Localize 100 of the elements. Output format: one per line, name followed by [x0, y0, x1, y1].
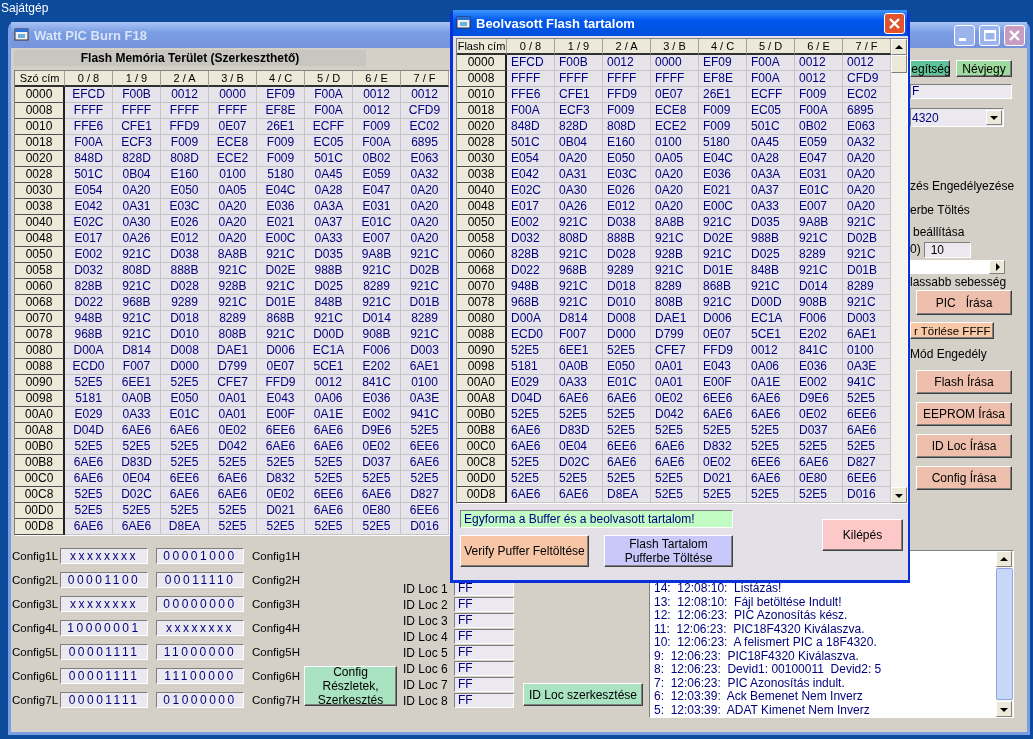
table-cell: 0A20 — [651, 167, 699, 183]
table-cell: FFFF — [651, 71, 699, 87]
config-field[interactable]: xxxxxxxx — [156, 620, 244, 636]
table-cell: D006 — [699, 311, 747, 327]
id-loc-field[interactable]: FF — [454, 629, 514, 644]
address-cell: 0028 — [15, 167, 65, 183]
table-cell: 52E5 — [651, 423, 699, 439]
close-button[interactable] — [884, 12, 905, 34]
log-entry: 13: 12:08:10: Fájl betöltése Indult! — [654, 595, 843, 609]
scroll-up-button[interactable] — [891, 39, 907, 55]
table-cell: 0A26 — [555, 199, 603, 215]
log-entry: 11: 12:06:23: PIC18F4320 Kiválaszva. — [654, 622, 866, 636]
table-cell: E02C — [507, 183, 555, 199]
scroll-thumb[interactable] — [996, 568, 1013, 700]
config-field[interactable]: 00001100 — [60, 572, 148, 588]
id-loc-field[interactable]: FF — [454, 645, 514, 660]
table-cell: 6EE6 — [843, 407, 891, 423]
table-cell: 6AE1 — [401, 359, 449, 375]
table-cell: D010 — [603, 295, 651, 311]
address-cell: 0048 — [15, 231, 65, 247]
scroll-right-button[interactable] — [989, 260, 1005, 274]
table-cell: 921C — [555, 215, 603, 231]
write-button[interactable]: Config Írása — [916, 466, 1012, 490]
vertical-scrollbar[interactable] — [996, 551, 1013, 717]
id-loc-field[interactable]: FF — [454, 677, 514, 692]
write-button[interactable]: PIC Írása — [916, 290, 1012, 315]
desktop-icon-label[interactable]: Sajátgép — [1, 1, 49, 15]
table-cell: 0100 — [209, 167, 257, 183]
table-cell: 921C — [257, 327, 305, 343]
table-cell: D028 — [603, 247, 651, 263]
table-cell: 888B — [603, 231, 651, 247]
table-cell: 6AE6 — [113, 519, 161, 535]
path-field[interactable]: F — [910, 84, 1012, 99]
table-cell: 921C — [651, 231, 699, 247]
table-cell: E029 — [507, 375, 555, 391]
table-cell: F00A — [305, 87, 353, 103]
write-button[interactable]: EEPROM Írása — [916, 402, 1012, 426]
config-field[interactable]: xxxxxxxx — [60, 548, 148, 564]
maximize-button[interactable] — [979, 24, 1000, 46]
speed-field[interactable]: 10 — [923, 242, 971, 258]
dropdown-button[interactable] — [986, 110, 1002, 125]
table-cell: 6EE6 — [161, 471, 209, 487]
config-field[interactable]: 00001000 — [156, 548, 244, 564]
table-cell: 0A20 — [209, 231, 257, 247]
config-field[interactable]: 01000000 — [156, 692, 244, 708]
table-cell: 0A3E — [843, 359, 891, 375]
table-cell: 6EE6 — [257, 423, 305, 439]
table-cell: 8289 — [353, 279, 401, 295]
id-loc-field[interactable]: FF — [454, 661, 514, 676]
config-field[interactable]: 00001111 — [60, 668, 148, 684]
table-cell: EC1A — [747, 311, 795, 327]
config-field[interactable]: xxxxxxxx — [60, 596, 148, 612]
table-cell: 0E02 — [795, 407, 843, 423]
table-cell: 9289 — [603, 263, 651, 279]
config-field[interactable]: 00001111 — [60, 692, 148, 708]
config-button[interactable]: Config Részletek, Szerkesztés — [304, 666, 397, 706]
scroll-down-button[interactable] — [996, 701, 1012, 717]
exit-button[interactable]: Kilépés — [822, 519, 903, 551]
id-loc-field[interactable]: FF — [454, 613, 514, 628]
table-cell: 9A8B — [795, 215, 843, 231]
device-select[interactable]: 4320 — [910, 108, 1004, 127]
load-button[interactable]: Flash Tartalom Pufferbe Töltése — [604, 535, 733, 567]
scroll-up-button[interactable] — [996, 551, 1012, 567]
table-cell: 868B — [257, 311, 305, 327]
vertical-scrollbar[interactable] — [891, 39, 907, 503]
table-cell: 6AE6 — [65, 471, 113, 487]
config-field[interactable]: 00000000 — [156, 596, 244, 612]
config-field[interactable]: 11100000 — [156, 668, 244, 684]
table-cell: 0A3A — [305, 199, 353, 215]
verify-button[interactable]: Verify Puffer Feltöltése — [460, 535, 589, 567]
table-cell: 6AE6 — [161, 423, 209, 439]
table-cell: 921C — [699, 295, 747, 311]
table-cell: E059 — [353, 167, 401, 183]
config-field[interactable]: 00011110 — [156, 572, 244, 588]
address-cell: 0090 — [457, 343, 507, 359]
table-cell: 9289 — [161, 295, 209, 311]
column-header: 6 / E — [353, 71, 401, 87]
table-cell: D83D — [555, 423, 603, 439]
close-button[interactable] — [1004, 24, 1025, 46]
table-cell: D9E6 — [795, 391, 843, 407]
erase-button[interactable]: r Törlése FFFF — [910, 322, 995, 339]
id-loc-field[interactable]: FF — [454, 597, 514, 612]
config-field[interactable]: 11000000 — [156, 644, 244, 660]
config-field[interactable]: 10000001 — [60, 620, 148, 636]
minimize-button[interactable] — [954, 24, 975, 46]
table-cell: F009 — [353, 119, 401, 135]
id-loc-button[interactable]: ID Loc szerkesztése — [523, 683, 643, 706]
write-button[interactable]: ID Loc Írása — [916, 434, 1012, 458]
id-loc-label: ID Loc 2 — [403, 597, 449, 613]
table-cell: F007 — [555, 327, 603, 343]
horizontal-scrollbar[interactable] — [910, 260, 1005, 274]
id-loc-field[interactable]: FF — [454, 693, 514, 708]
table-cell: 0A20 — [401, 231, 449, 247]
scroll-down-button[interactable] — [891, 487, 907, 503]
write-button[interactable]: Flash Írása — [916, 370, 1012, 394]
table-cell: F00A — [747, 71, 795, 87]
about-button[interactable]: Névjegy — [956, 60, 1012, 77]
config-field[interactable]: 00001111 — [60, 644, 148, 660]
table-cell: D02E — [257, 263, 305, 279]
table-cell: 848B — [747, 263, 795, 279]
